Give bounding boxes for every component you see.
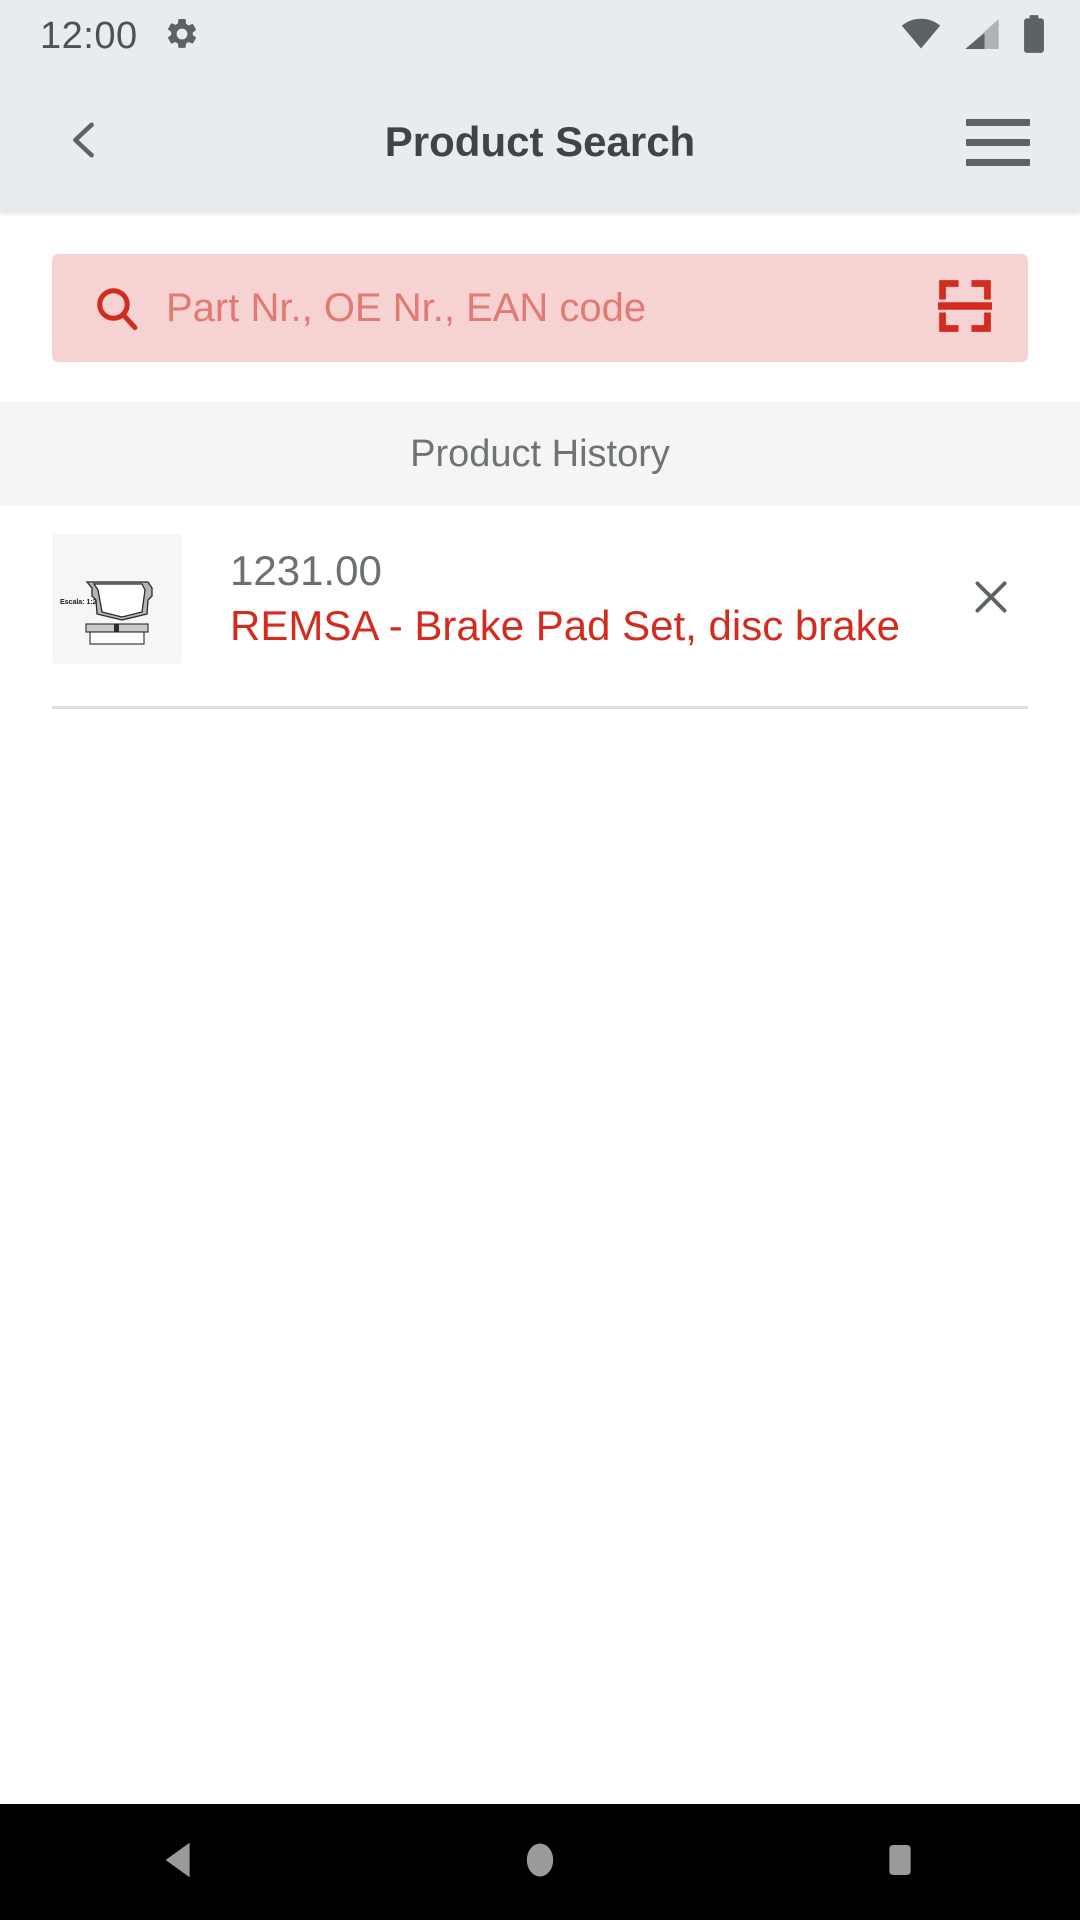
list-item[interactable]: Escala: 1:2 1231.00 REMSA - Brake Pad Se… [0,506,1080,690]
gear-icon [164,16,200,57]
wifi-icon [900,17,942,56]
status-bar-right [900,14,1046,58]
home-circle-icon [518,1838,562,1887]
status-bar-clock: 12:00 [40,14,138,57]
search-bar[interactable] [52,254,1028,362]
android-navigation-bar [0,1804,1080,1920]
nav-back-button[interactable] [105,1804,255,1920]
search-section [0,212,1080,402]
product-name: REMSA - Brake Pad Set, disc brake [230,602,900,649]
hamburger-menu-icon-bar [966,158,1030,166]
product-thumbnail: Escala: 1:2 [52,534,182,664]
nav-recents-button[interactable] [825,1804,975,1920]
status-bar-left: 12:00 [40,15,200,58]
search-input[interactable] [148,285,930,331]
page-title: Product Search [384,118,696,165]
barcode-scanner-button[interactable] [930,273,1000,343]
recents-square-icon [880,1840,920,1885]
hamburger-menu-button[interactable] [960,104,1036,180]
battery-icon [1022,14,1046,58]
magnifier-icon [86,277,148,339]
hamburger-menu-icon-bar [966,118,1030,126]
app-bar: Product Search [0,72,1080,212]
product-history-list: Escala: 1:2 1231.00 REMSA - Brake Pad Se… [0,506,1080,1804]
back-triangle-icon [157,1837,203,1888]
chevron-left-icon [58,114,110,171]
hamburger-menu-icon-bar [966,138,1030,146]
remove-history-item-button[interactable] [948,556,1034,642]
phone-screen: 12:00 Product Search Part Nr., OE Nr., E… [0,0,1080,1920]
product-code: 1231.00 [230,546,382,594]
product-history-label: Product History [410,432,670,475]
nav-home-button[interactable] [465,1804,615,1920]
cellular-signal-icon [962,17,1002,56]
back-button[interactable] [46,104,122,180]
brake-pad-drawing-icon: Escala: 1:2 [52,534,182,664]
barcode-scanner-icon [934,275,996,342]
svg-text:Escala: 1:2: Escala: 1:2 [60,599,97,606]
product-history-header: Product History [0,402,1080,506]
product-info: 1231.00 REMSA - Brake Pad Set, disc brak… [182,546,948,649]
list-divider [52,706,1028,709]
close-x-icon [967,573,1015,626]
status-bar: 12:00 [0,0,1080,72]
